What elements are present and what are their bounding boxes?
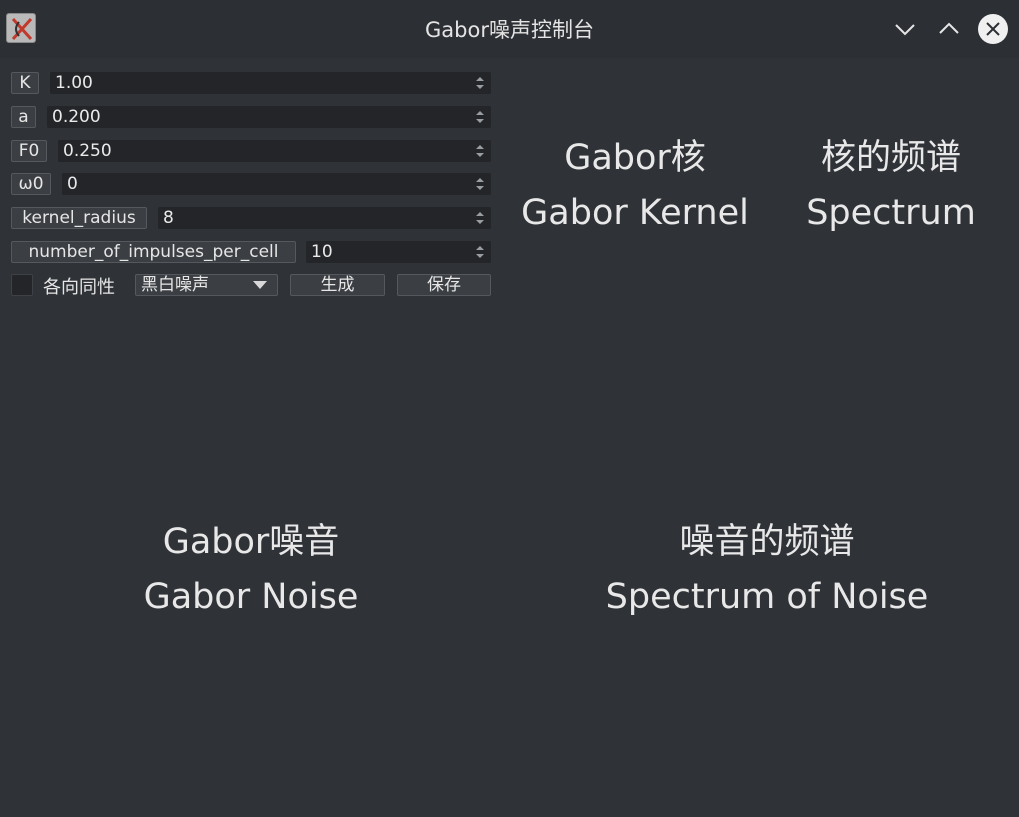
noise-type-select[interactable]: 黑白噪声 bbox=[135, 274, 278, 296]
close-button[interactable] bbox=[977, 13, 1009, 45]
param-kernel-radius-button[interactable]: kernel_radius bbox=[11, 207, 147, 229]
param-impulses-value: 10 bbox=[311, 242, 333, 262]
noise-spectrum-panel: 噪音的频谱 Spectrum of Noise bbox=[585, 515, 949, 625]
param-impulses-spinbox[interactable]: 10 bbox=[306, 241, 491, 263]
noise-spectrum-subtitle: Spectrum of Noise bbox=[605, 577, 929, 617]
param-k-value: 1.00 bbox=[55, 73, 93, 93]
window-title: Gabor噪声控制台 bbox=[425, 18, 594, 42]
caret-down-icon bbox=[253, 281, 267, 289]
spin-arrows-icon[interactable] bbox=[471, 73, 489, 93]
spin-arrows-icon[interactable] bbox=[471, 242, 489, 262]
kernel-spectrum-subtitle: Spectrum bbox=[806, 193, 976, 233]
param-k-button[interactable]: K bbox=[11, 72, 39, 94]
chevron-down-icon bbox=[895, 24, 915, 36]
isotropic-checkbox[interactable] bbox=[11, 274, 33, 296]
noise-spectrum-title: 噪音的频谱 bbox=[679, 522, 855, 562]
param-omega0-button[interactable]: ω0 bbox=[11, 173, 51, 195]
param-kernel-radius-spinbox[interactable]: 8 bbox=[158, 207, 491, 229]
chevron-up-icon bbox=[939, 22, 959, 34]
minimize-button[interactable] bbox=[889, 13, 921, 45]
main-window: Gabor噪声控制台 K 1.00 a 0.200 F0 0.250 ω0 0 … bbox=[0, 0, 1019, 817]
param-f0-button[interactable]: F0 bbox=[11, 140, 47, 162]
spin-arrows-icon[interactable] bbox=[471, 208, 489, 228]
kernel-spectrum-panel: 核的频谱 Spectrum bbox=[775, 131, 1007, 241]
spin-arrows-icon[interactable] bbox=[471, 174, 489, 194]
noise-panel: Gabor噪音 Gabor Noise bbox=[100, 515, 402, 625]
save-button[interactable]: 保存 bbox=[397, 274, 491, 296]
param-f0-spinbox[interactable]: 0.250 bbox=[58, 140, 491, 162]
noise-type-value: 黑白噪声 bbox=[141, 275, 209, 295]
spin-arrows-icon[interactable] bbox=[471, 141, 489, 161]
kernel-spectrum-title: 核的频谱 bbox=[820, 138, 961, 178]
param-a-value: 0.200 bbox=[52, 107, 101, 127]
maximize-button[interactable] bbox=[933, 13, 965, 45]
generate-button[interactable]: 生成 bbox=[290, 274, 385, 296]
noise-panel-subtitle: Gabor Noise bbox=[143, 577, 359, 617]
kernel-panel: Gabor核 Gabor Kernel bbox=[505, 131, 765, 241]
param-omega0-value: 0 bbox=[67, 174, 78, 194]
kernel-panel-subtitle: Gabor Kernel bbox=[521, 193, 749, 233]
param-a-button[interactable]: a bbox=[11, 106, 36, 128]
isotropic-label: 各向同性 bbox=[43, 277, 115, 298]
title-bar[interactable]: Gabor噪声控制台 bbox=[0, 0, 1019, 58]
noise-panel-title: Gabor噪音 bbox=[162, 522, 340, 562]
spin-arrows-icon[interactable] bbox=[471, 107, 489, 127]
param-kernel-radius-value: 8 bbox=[163, 208, 174, 228]
param-omega0-spinbox[interactable]: 0 bbox=[62, 173, 491, 195]
param-f0-value: 0.250 bbox=[63, 141, 112, 161]
close-icon bbox=[978, 14, 1008, 44]
param-impulses-button[interactable]: number_of_impulses_per_cell bbox=[11, 241, 296, 263]
kernel-panel-title: Gabor核 bbox=[564, 138, 706, 178]
param-a-spinbox[interactable]: 0.200 bbox=[47, 106, 491, 128]
param-k-spinbox[interactable]: 1.00 bbox=[50, 72, 491, 94]
